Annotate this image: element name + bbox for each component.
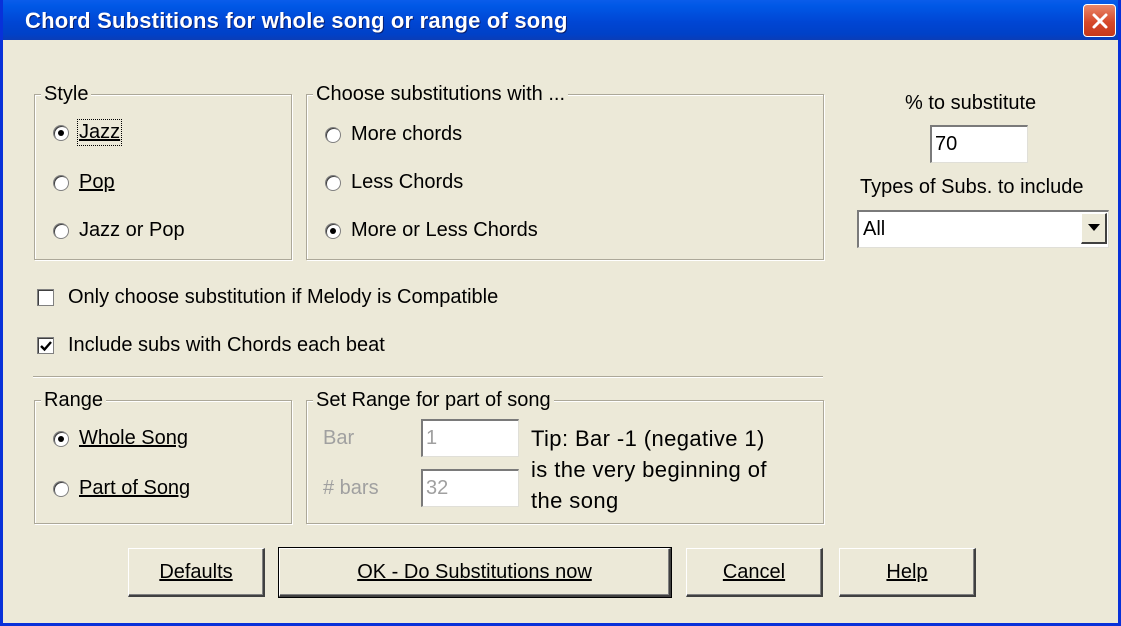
close-button[interactable] bbox=[1083, 4, 1116, 37]
chords-each-beat-checkbox[interactable]: Include subs with Chords each beat bbox=[37, 334, 385, 357]
types-select[interactable]: All bbox=[857, 210, 1109, 248]
set-range-legend: Set Range for part of song bbox=[313, 388, 554, 412]
ok-button-label: OK - Do Substitutions now bbox=[357, 560, 592, 583]
num-bars-label: # bars bbox=[323, 477, 379, 499]
chevron-down-icon bbox=[1087, 219, 1100, 237]
dropdown-arrow-button[interactable] bbox=[1081, 213, 1107, 244]
tip-text: Tip: Bar -1 (negative 1) is the very beg… bbox=[531, 423, 767, 516]
types-select-value: All bbox=[863, 218, 886, 240]
radio-whole-song-indicator[interactable] bbox=[53, 430, 69, 447]
radio-more-chords-label: More chords bbox=[351, 123, 463, 145]
bar-label: Bar bbox=[323, 427, 355, 449]
radio-less-chords-indicator[interactable] bbox=[325, 174, 341, 191]
radio-pop-label: Pop bbox=[79, 171, 115, 193]
percent-label: % to substitute bbox=[905, 92, 1037, 114]
choose-substitutions-legend: Choose substitutions with ... bbox=[313, 82, 569, 106]
num-bars-input[interactable]: 32 bbox=[421, 469, 519, 507]
tip-line-2: is the very beginning of bbox=[531, 457, 767, 482]
radio-less-chords-label: Less Chords bbox=[351, 171, 464, 193]
melody-compatible-checkbox[interactable]: Only choose substitution if Melody is Co… bbox=[37, 286, 498, 309]
radio-more-chords[interactable]: More chords bbox=[325, 123, 462, 146]
style-group: Style Jazz Pop Jazz or Pop bbox=[34, 82, 292, 260]
cancel-button[interactable]: Cancel bbox=[686, 548, 823, 597]
separator-line bbox=[33, 376, 823, 378]
radio-jazz-indicator[interactable] bbox=[53, 124, 69, 141]
close-icon bbox=[1091, 12, 1109, 30]
defaults-button[interactable]: Defaults bbox=[128, 548, 265, 597]
radio-more-or-less-chords-label: More or Less Chords bbox=[351, 219, 538, 241]
tip-line-1: Tip: Bar -1 (negative 1) bbox=[531, 426, 765, 451]
melody-compatible-label: Only choose substitution if Melody is Co… bbox=[68, 286, 499, 308]
choose-substitutions-group: Choose substitutions with ... More chord… bbox=[306, 82, 824, 260]
checkmark-icon bbox=[40, 341, 52, 352]
radio-jazz-or-pop-label: Jazz or Pop bbox=[79, 219, 185, 241]
radio-more-or-less-chords-indicator[interactable] bbox=[325, 222, 341, 239]
types-label: Types of Subs. to include bbox=[860, 176, 1084, 198]
chords-each-beat-label: Include subs with Chords each beat bbox=[68, 334, 385, 356]
radio-pop[interactable]: Pop bbox=[53, 171, 115, 194]
dialog-window: Chord Substitions for whole song or rang… bbox=[0, 0, 1121, 626]
style-legend: Style bbox=[41, 82, 92, 106]
ok-button[interactable]: OK - Do Substitutions now bbox=[278, 547, 672, 598]
set-range-group: Set Range for part of song Bar 1 # bars … bbox=[306, 388, 824, 524]
defaults-button-label: Defaults bbox=[159, 560, 233, 583]
window-title: Chord Substitions for whole song or rang… bbox=[25, 8, 568, 33]
radio-part-of-song-indicator[interactable] bbox=[53, 480, 69, 497]
radio-less-chords[interactable]: Less Chords bbox=[325, 171, 463, 194]
radio-jazz[interactable]: Jazz bbox=[53, 119, 123, 146]
help-button[interactable]: Help bbox=[839, 548, 976, 597]
cancel-button-label: Cancel bbox=[722, 560, 786, 583]
radio-part-of-song[interactable]: Part of Song bbox=[53, 477, 190, 500]
help-button-label: Help bbox=[886, 560, 928, 583]
percent-input[interactable]: 70 bbox=[930, 125, 1028, 163]
radio-jazz-or-pop-indicator[interactable] bbox=[53, 222, 69, 239]
radio-whole-song-label: Whole Song bbox=[79, 427, 188, 449]
radio-pop-indicator[interactable] bbox=[53, 174, 69, 191]
range-group: Range Whole Song Part of Song bbox=[34, 388, 292, 524]
radio-more-chords-indicator[interactable] bbox=[325, 126, 341, 143]
radio-jazz-or-pop[interactable]: Jazz or Pop bbox=[53, 219, 185, 242]
chords-each-beat-box[interactable] bbox=[37, 337, 54, 354]
radio-jazz-label: Jazz bbox=[76, 119, 123, 146]
radio-whole-song[interactable]: Whole Song bbox=[53, 427, 188, 450]
tip-line-3: the song bbox=[531, 488, 619, 513]
title-bar[interactable]: Chord Substitions for whole song or rang… bbox=[3, 0, 1118, 40]
radio-part-of-song-label: Part of Song bbox=[79, 477, 191, 499]
melody-compatible-box[interactable] bbox=[37, 289, 54, 306]
bar-input[interactable]: 1 bbox=[421, 419, 519, 457]
radio-more-or-less-chords[interactable]: More or Less Chords bbox=[325, 219, 538, 242]
range-legend: Range bbox=[41, 388, 106, 412]
